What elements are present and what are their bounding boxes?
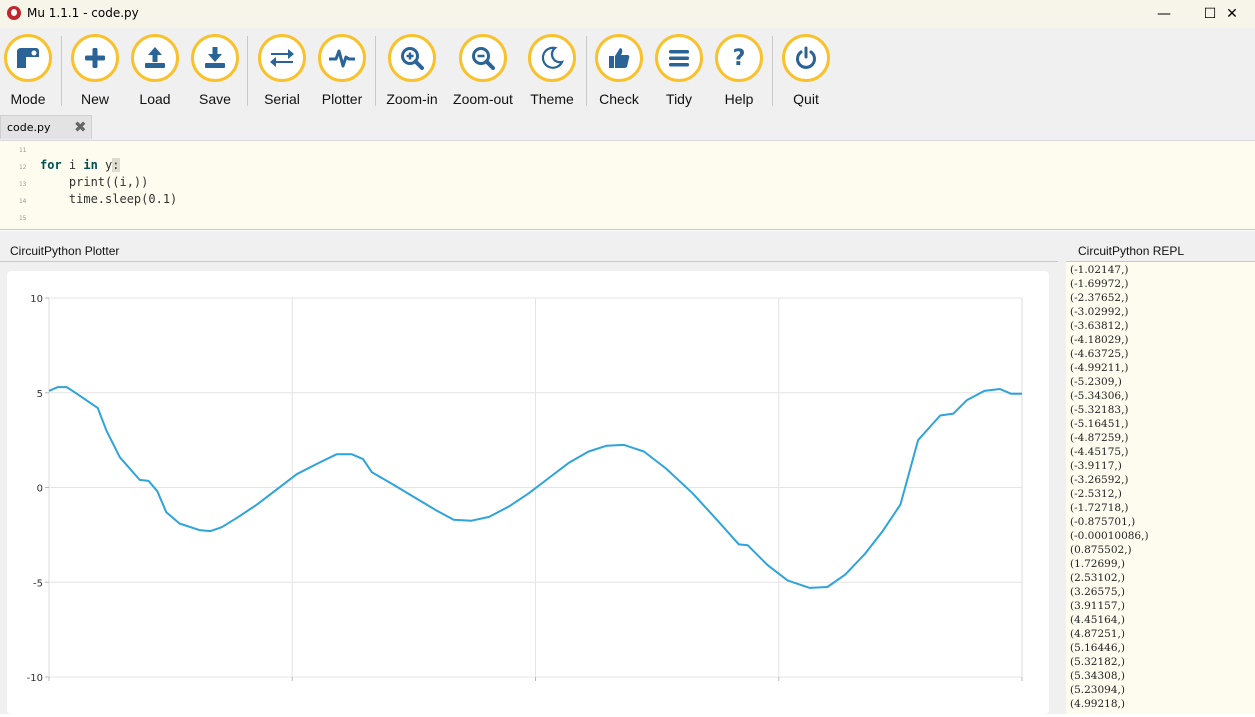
repl-line: (5.16446,) [1070,642,1125,654]
theme-button[interactable]: Theme [516,34,588,112]
zoom-out-label: Zoom-out [453,91,513,107]
y-tick-label: 5 [37,389,43,400]
repl-line: (-0.875701,) [1070,516,1136,528]
tab-label: code.py [7,121,51,134]
repl-line: (-5.2309,) [1070,376,1122,388]
line-chart: 10 5 0 -5 -10 [27,294,1023,684]
upload-icon [145,47,165,68]
line-number: 15 [19,215,27,222]
plotter-title: CircuitPython Plotter [10,244,120,258]
repl-output[interactable]: (-1.02147,) (-1.69972,) (-2.37652,) (-3.029… [1066,262,1255,714]
arrows-icon [270,49,294,67]
repl-line: (-5.16451,) [1070,418,1129,430]
repl-line: (-1.69972,) [1070,278,1129,290]
plotter-button[interactable]: Plotter [306,34,378,112]
pulse-icon [329,49,355,68]
zoom-out-button[interactable]: Zoom-out [447,34,519,112]
repl-line: (-4.63725,) [1070,348,1129,360]
repl-line: (-4.45175,) [1070,446,1129,458]
text-cursor: : [112,158,120,172]
y-tick-label: -5 [33,578,43,589]
mode-icon [17,48,39,68]
plus-icon [85,48,105,68]
repl-line: (5.23094,) [1070,684,1125,696]
repl-line: (0.875502,) [1070,544,1132,556]
repl-title: CircuitPython REPL [1078,244,1185,258]
repl-line: (-1.02147,) [1070,264,1129,276]
repl-line: (-3.26592,) [1070,474,1129,486]
repl-line: (-0.00010086,) [1070,530,1149,542]
pane-splitter[interactable] [1058,231,1066,714]
window-title: Mu 1.1.1 - code.py [27,6,139,20]
quit-button[interactable]: Quit [770,34,842,112]
repl-line: (-1.72718,) [1070,502,1129,514]
repl-line: (-2.37652,) [1070,292,1129,304]
repl-line: (-4.99211,) [1070,362,1129,374]
repl-line: (-3.9117,) [1070,460,1122,472]
toolbar: Mode New Load Save Serial Plotter Zoom-i… [0,28,1255,112]
plot-area: 10 5 0 -5 -10 [7,271,1049,714]
repl-line: (-5.32183,) [1070,404,1129,416]
minimize-button[interactable]: — [1141,0,1187,28]
lines-icon [669,50,689,67]
plotter-label: Plotter [321,91,363,107]
question-icon: ? [732,45,746,71]
repl-line: (-5.34306,) [1070,390,1129,402]
download-icon [205,47,225,68]
pane-divider [0,261,1058,262]
repl-line: (4.87251,) [1070,628,1125,640]
save-button[interactable]: Save [179,34,251,112]
help-button[interactable]: ? Help [703,34,775,112]
tab-bar: code.py ✖ [0,112,1255,140]
repl-line: (4.45164,) [1070,614,1125,626]
power-icon [796,46,816,69]
moon-icon [541,46,564,69]
repl-line: (4.99218,) [1070,698,1125,710]
repl-line: (5.34308,) [1070,670,1125,682]
theme-label: Theme [530,91,574,107]
tab-code-py[interactable]: code.py ✖ [0,115,92,139]
repl-line: (-3.63812,) [1070,320,1129,332]
mode-button[interactable]: Mode [0,34,64,112]
plotter-pane: CircuitPython Plotter 10 5 0 -5 -10 [0,231,1058,714]
repl-line: (3.91157,) [1070,600,1125,612]
y-tick-label: -10 [27,673,43,684]
mu-logo-icon [7,6,21,20]
repl-line: (1.72699,) [1070,558,1125,570]
close-icon[interactable]: ✖ [74,119,87,135]
title-bar: Mu 1.1.1 - code.py — ☐ ✕ [0,0,1255,28]
mode-label: Mode [10,91,46,107]
zoom-out-icon [472,47,495,70]
close-window-button[interactable]: ✕ [1209,0,1255,28]
thumbs-up-icon [609,48,630,68]
repl-line: (-4.18029,) [1070,334,1129,346]
y-tick-label: 0 [37,484,43,495]
line-number: 12 [19,164,27,171]
quit-label: Quit [793,91,819,107]
repl-line: (-3.02992,) [1070,306,1129,318]
repl-line: (-2.5312,) [1070,488,1122,500]
repl-pane: CircuitPython REPL (-1.02147,) (-1.69972,… [1066,231,1255,714]
zoom-in-button[interactable]: Zoom-in [376,34,448,112]
repl-line: (2.53102,) [1070,572,1125,584]
line-number: 11 [19,147,27,154]
repl-line: (5.32182,) [1070,656,1125,668]
save-label: Save [199,91,231,107]
zoom-in-icon [401,47,424,70]
code-line: time.sleep(0.1) [40,192,178,206]
y-tick-label: 10 [30,294,43,305]
line-number: 14 [19,198,27,205]
code-editor[interactable]: 11 12 13 14 15 for i in y: print((i,)) t… [0,140,1255,230]
help-label: Help [724,91,754,107]
code-line: for i in y: [40,158,120,172]
repl-line: (-4.87259,) [1070,432,1129,444]
line-number-gutter: 11 12 13 14 15 [0,141,38,229]
zoom-in-label: Zoom-in [386,91,438,107]
line-number: 13 [19,181,27,188]
code-line: print((i,)) [40,175,149,189]
repl-line: (3.26575,) [1070,586,1125,598]
